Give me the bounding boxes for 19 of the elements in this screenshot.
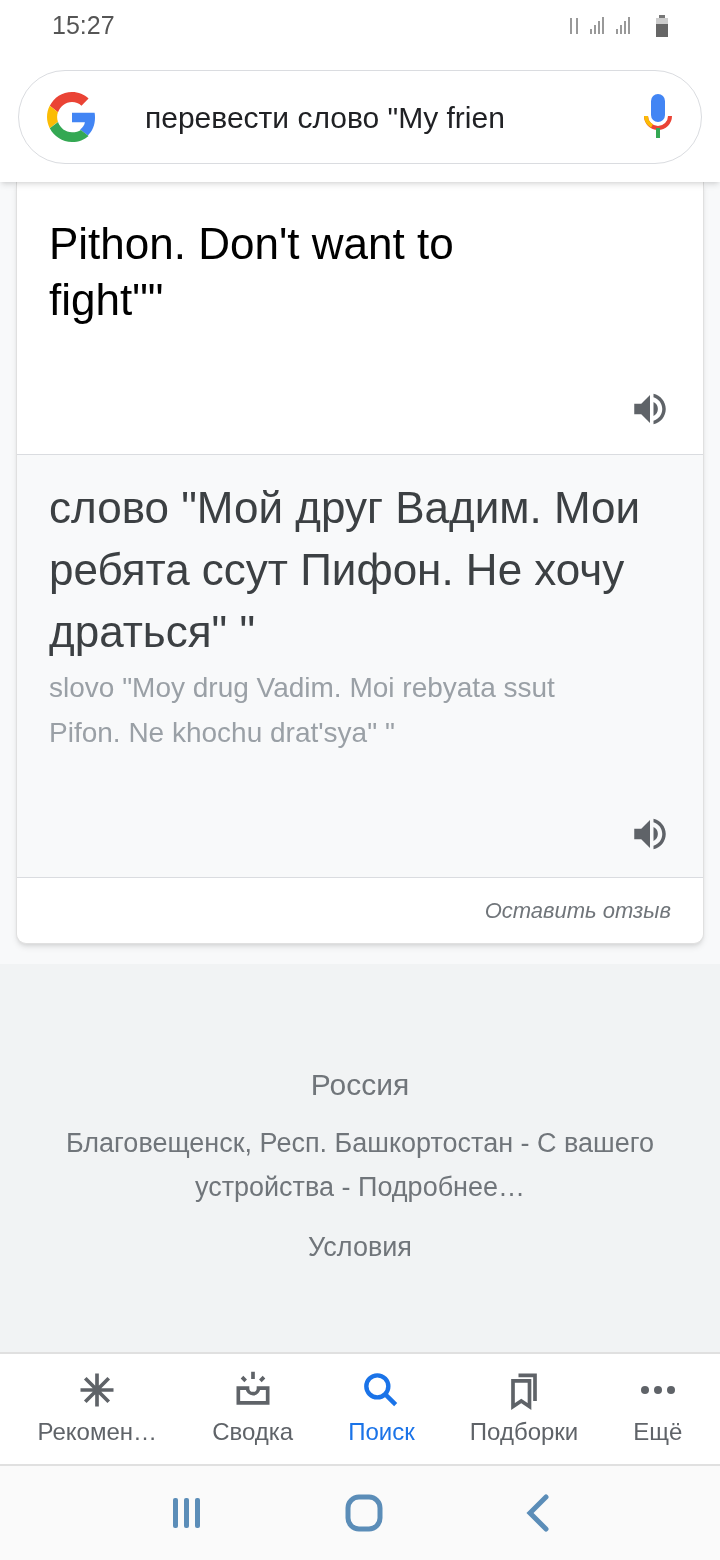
battery-icon — [656, 15, 668, 37]
search-query: перевести слово "My frien — [145, 99, 506, 136]
transliteration: slovo "Moy drug Vadim. Moi rebyata ssut Pifon. Ne khochu drat'sya" " — [49, 671, 556, 750]
nav-tab[interactable]: Ещё — [633, 1368, 683, 1450]
status-time: 15:27 — [52, 10, 115, 42]
terms-link[interactable]: Условия — [308, 1227, 412, 1268]
source-text: Pithon. Don't want to fight"" — [49, 218, 455, 326]
feedback-link[interactable]: Оставить отзыв — [484, 894, 671, 927]
location-text: Благовещенск, Респ. Башкортостан - С вашего устройства - Подробнее… — [64, 1127, 656, 1204]
nav-tab[interactable]: Рекомен… — [37, 1368, 158, 1450]
nav-tab[interactable]: Подборки — [469, 1368, 579, 1450]
google-logo-icon — [47, 92, 97, 142]
more-icon — [639, 1385, 676, 1395]
country-label: Россия — [310, 1067, 410, 1103]
home-icon[interactable] — [345, 1494, 383, 1532]
nav-tab[interactable]: Сводка — [212, 1368, 294, 1450]
translated-text: слово "Мой друг Вадим. Мои ребята ссут Пифон. Не хочу драться" " — [49, 482, 642, 658]
microphone-icon[interactable] — [643, 94, 673, 140]
nav-tab[interactable]: Поиск — [348, 1368, 415, 1450]
